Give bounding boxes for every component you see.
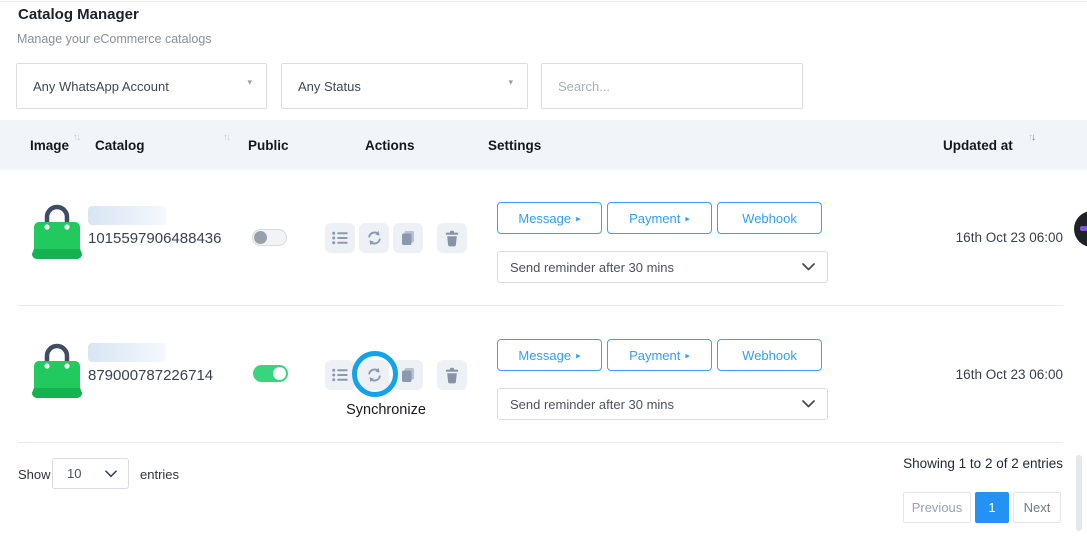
- message-label: Message: [518, 211, 571, 226]
- page-size-select[interactable]: 10: [52, 458, 129, 489]
- shopping-bag-icon: [31, 339, 83, 399]
- table-row: 1015597906488436 Message ▸ Payment: [0, 170, 1087, 305]
- public-toggle[interactable]: [253, 365, 288, 382]
- trash-icon: [444, 230, 460, 247]
- status-value: Any Status: [298, 79, 361, 94]
- pagination: Previous 1 Next: [903, 492, 1061, 523]
- whatsapp-account-value: Any WhatsApp Account: [33, 79, 169, 94]
- synchronize-tooltip: Synchronize: [331, 402, 441, 418]
- catalog-id: 1015597906488436: [88, 230, 221, 247]
- whatsapp-account-dropdown[interactable]: Any WhatsApp Account ▾: [16, 63, 267, 109]
- sort-icon[interactable]: ↑↓: [73, 132, 79, 143]
- page-size-value: 10: [67, 466, 81, 481]
- duplicate-button[interactable]: [393, 360, 423, 390]
- catalog-name-redacted: [88, 206, 166, 225]
- top-divider: [0, 1, 1087, 2]
- message-settings-button[interactable]: Message ▸: [497, 202, 602, 234]
- show-label: Show: [18, 467, 51, 482]
- payment-label: Payment: [629, 348, 680, 363]
- actions-group: [325, 223, 471, 253]
- column-header-updated-at[interactable]: Updated at: [943, 120, 1013, 170]
- reminder-value: Send reminder after 30 mins: [510, 397, 674, 412]
- trash-icon: [444, 367, 460, 384]
- payment-label: Payment: [629, 211, 680, 226]
- duplicate-button[interactable]: [393, 223, 423, 253]
- submenu-arrow-icon: ▸: [685, 213, 690, 224]
- catalog-manager-page: Catalog Manager Manage your eCommerce ca…: [0, 0, 1087, 538]
- chevron-down-icon: [802, 263, 815, 271]
- catalog-image: [31, 200, 83, 265]
- synchronize-button[interactable]: [359, 360, 389, 390]
- webhook-settings-button[interactable]: Webhook: [717, 339, 822, 371]
- reminder-select[interactable]: Send reminder after 30 mins: [497, 388, 828, 420]
- submenu-arrow-icon: ▸: [576, 213, 581, 224]
- submenu-arrow-icon: ▸: [685, 350, 690, 361]
- reminder-value: Send reminder after 30 mins: [510, 260, 674, 275]
- catalog-name-redacted: [88, 343, 166, 362]
- column-header-public[interactable]: Public: [248, 120, 289, 170]
- column-header-settings[interactable]: Settings: [488, 120, 541, 170]
- items-list-button[interactable]: [325, 360, 355, 390]
- column-header-catalog[interactable]: Catalog: [95, 120, 145, 170]
- current-page-button[interactable]: 1: [975, 492, 1009, 523]
- status-dropdown[interactable]: Any Status ▾: [281, 63, 528, 109]
- updated-at: 16th Oct 23 06:00: [863, 230, 1063, 245]
- payment-settings-button[interactable]: Payment ▸: [607, 339, 712, 371]
- table-row: 879000787226714 Synchronize Message ▸: [0, 305, 1087, 442]
- chevron-down-icon: [105, 470, 117, 478]
- caret-down-icon: ▾: [247, 77, 252, 88]
- chevron-down-icon: [802, 400, 815, 408]
- sort-icon[interactable]: ↑↓: [223, 132, 229, 143]
- page-title: Catalog Manager: [18, 6, 139, 23]
- updated-at: 16th Oct 23 06:00: [863, 367, 1063, 382]
- sort-icon[interactable]: ↑↓: [1028, 132, 1034, 143]
- widget-dot-icon: [1080, 226, 1087, 231]
- page-subtitle: Manage your eCommerce catalogs: [17, 32, 212, 46]
- column-header-actions[interactable]: Actions: [365, 120, 415, 170]
- next-page-button[interactable]: Next: [1013, 492, 1061, 523]
- delete-button[interactable]: [437, 223, 467, 253]
- synchronize-button[interactable]: [359, 223, 389, 253]
- webhook-settings-button[interactable]: Webhook: [717, 202, 822, 234]
- list-icon: [332, 368, 348, 382]
- catalog-id: 879000787226714: [88, 367, 213, 384]
- webhook-label: Webhook: [742, 211, 797, 226]
- settings-group: Message ▸ Payment ▸ Webhook: [497, 202, 827, 234]
- submenu-arrow-icon: ▸: [576, 350, 581, 361]
- toggle-knob: [273, 367, 286, 380]
- sync-icon: [366, 367, 383, 383]
- message-label: Message: [518, 348, 571, 363]
- table-header: Image ↑↓ Catalog ↑↓ Public Actions Setti…: [0, 120, 1087, 170]
- reminder-select[interactable]: Send reminder after 30 mins: [497, 251, 828, 283]
- previous-page-button[interactable]: Previous: [903, 492, 971, 523]
- entries-summary: Showing 1 to 2 of 2 entries: [903, 456, 1063, 471]
- list-icon: [332, 231, 348, 245]
- webhook-label: Webhook: [742, 348, 797, 363]
- copy-icon: [400, 230, 416, 246]
- scrollbar-thumb[interactable]: [1076, 455, 1082, 531]
- items-list-button[interactable]: [325, 223, 355, 253]
- public-toggle[interactable]: [252, 229, 287, 246]
- settings-group: Message ▸ Payment ▸ Webhook: [497, 339, 827, 371]
- toggle-knob: [254, 231, 267, 244]
- search-input[interactable]: [541, 63, 803, 109]
- entries-label: entries: [140, 467, 179, 482]
- row-divider: [18, 442, 1063, 443]
- catalog-image: [31, 339, 83, 404]
- delete-button[interactable]: [437, 360, 467, 390]
- caret-down-icon: ▾: [508, 77, 513, 88]
- column-header-image[interactable]: Image: [30, 120, 69, 170]
- payment-settings-button[interactable]: Payment ▸: [607, 202, 712, 234]
- message-settings-button[interactable]: Message ▸: [497, 339, 602, 371]
- copy-icon: [400, 367, 416, 383]
- sync-icon: [366, 230, 383, 246]
- shopping-bag-icon: [31, 200, 83, 260]
- actions-group: [325, 360, 471, 390]
